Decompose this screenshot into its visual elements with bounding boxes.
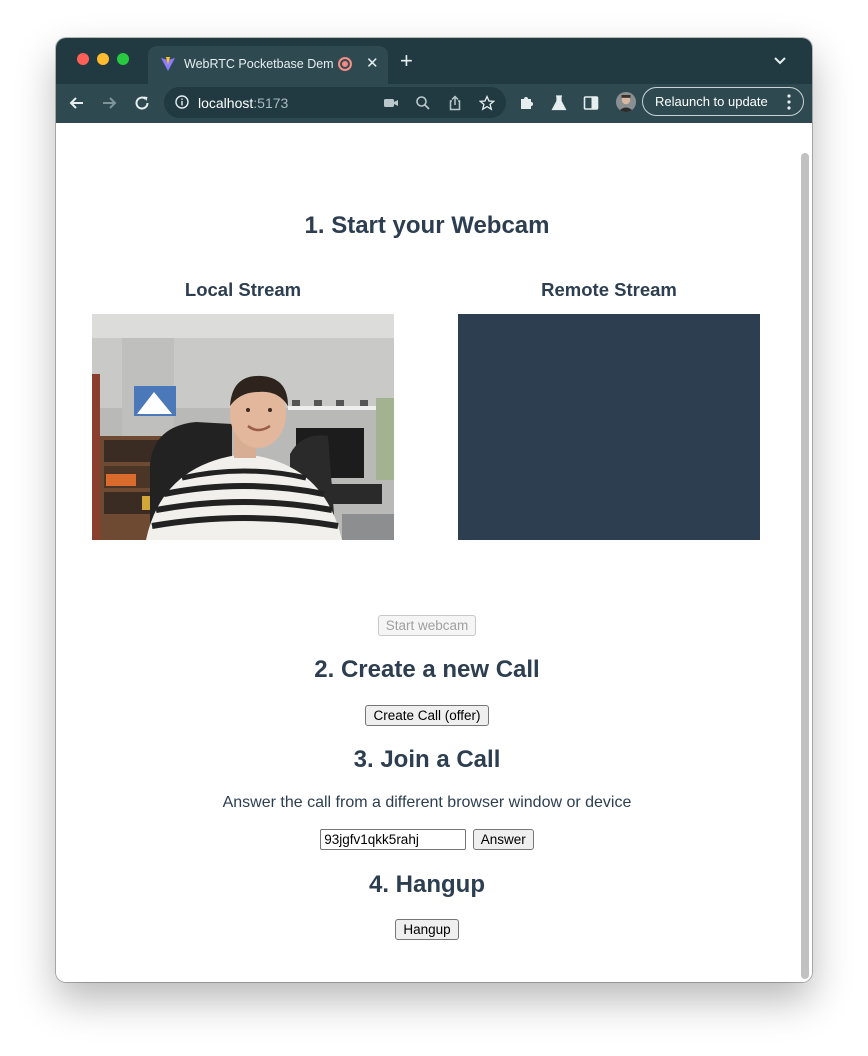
address-bar[interactable]: localhost:5173 xyxy=(164,87,506,118)
local-video xyxy=(92,314,394,540)
forward-arrow-icon[interactable] xyxy=(100,94,118,112)
start-webcam-row: Start webcam xyxy=(56,615,798,636)
step1-heading: 1. Start your Webcam xyxy=(304,212,550,239)
call-id-input[interactable] xyxy=(320,829,467,850)
close-window-button[interactable] xyxy=(77,53,89,65)
url-text: localhost:5173 xyxy=(198,95,288,111)
side-panel-icon[interactable] xyxy=(582,94,600,112)
browser-toolbar: localhost:5173 Relaunch to update xyxy=(56,84,812,123)
minimize-window-button[interactable] xyxy=(97,53,109,65)
scrollbar-thumb[interactable] xyxy=(801,153,809,979)
webcam-image xyxy=(92,314,394,540)
remote-stream-heading: Remote Stream xyxy=(541,279,677,300)
more-options-icon[interactable] xyxy=(787,94,791,110)
create-call-row: Create Call (offer) xyxy=(56,705,798,726)
answer-button[interactable]: Answer xyxy=(472,829,534,850)
page-content: 1. Start your Webcam Local Stream Remote… xyxy=(56,123,798,982)
vite-logo-icon xyxy=(161,57,175,71)
chevron-down-icon[interactable] xyxy=(772,52,788,68)
relaunch-to-update-button[interactable]: Relaunch to update xyxy=(642,87,804,116)
new-tab-button[interactable]: + xyxy=(400,50,413,72)
join-description-row: Answer the call from a different browser… xyxy=(56,794,798,812)
labs-flask-icon[interactable] xyxy=(550,94,568,112)
relaunch-label: Relaunch to update xyxy=(655,94,768,109)
page-viewport: 1. Start your Webcam Local Stream Remote… xyxy=(56,123,812,982)
remote-video xyxy=(458,314,760,540)
recording-indicator-icon xyxy=(338,57,352,71)
share-icon[interactable] xyxy=(447,95,463,111)
join-call-row: Answer xyxy=(56,829,798,850)
back-arrow-icon[interactable] xyxy=(68,94,86,112)
url-port: :5173 xyxy=(253,95,289,111)
step3-heading: 3. Join a Call xyxy=(353,746,501,773)
step4-heading: 4. Hangup xyxy=(368,871,485,898)
active-tab[interactable]: WebRTC Pocketbase Demo ✕ xyxy=(148,46,388,84)
site-info-icon[interactable] xyxy=(175,95,189,109)
camera-in-use-icon[interactable] xyxy=(383,95,399,111)
profile-avatar[interactable] xyxy=(616,92,636,112)
hangup-button[interactable]: Hangup xyxy=(395,919,459,940)
title-bar: WebRTC Pocketbase Demo ✕ + xyxy=(56,38,812,84)
join-description: Answer the call from a different browser… xyxy=(222,794,632,811)
browser-window: WebRTC Pocketbase Demo ✕ + localhost:517 xyxy=(56,38,812,982)
tab-title: WebRTC Pocketbase Demo xyxy=(184,57,334,71)
maximize-window-button[interactable] xyxy=(117,53,129,65)
extensions-puzzle-icon[interactable] xyxy=(518,94,536,112)
reload-icon[interactable] xyxy=(133,94,151,112)
create-call-button[interactable]: Create Call (offer) xyxy=(365,705,489,726)
step2-heading: 2. Create a new Call xyxy=(314,656,540,683)
start-webcam-button[interactable]: Start webcam xyxy=(377,615,477,636)
profile-avatar-icon xyxy=(616,92,636,112)
local-stream-heading: Local Stream xyxy=(184,279,302,300)
bookmark-star-icon[interactable] xyxy=(479,95,495,111)
tab-close-icon[interactable]: ✕ xyxy=(366,55,379,73)
hangup-row: Hangup xyxy=(56,919,798,940)
url-host: localhost xyxy=(198,95,254,111)
zoom-icon[interactable] xyxy=(415,95,431,111)
